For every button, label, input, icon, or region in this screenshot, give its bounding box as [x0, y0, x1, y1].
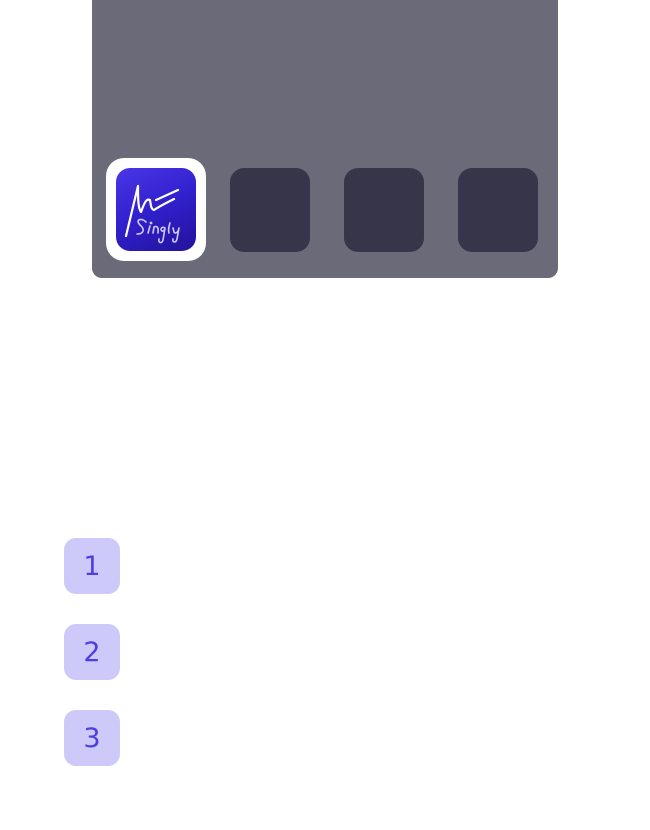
- singly-app-icon[interactable]: [116, 168, 196, 251]
- page: 1 2 3: [0, 0, 650, 830]
- step-number-badge: 1: [64, 538, 120, 594]
- app-slot-selected[interactable]: [106, 158, 206, 261]
- step-number-badge: 2: [64, 624, 120, 680]
- app-dock-panel: [92, 0, 558, 278]
- app-slot-empty[interactable]: [458, 168, 538, 252]
- app-slot-empty[interactable]: [344, 168, 424, 252]
- app-slot-empty[interactable]: [230, 168, 310, 252]
- step-number-badge: 3: [64, 710, 120, 766]
- signature-logo-icon: [124, 184, 180, 244]
